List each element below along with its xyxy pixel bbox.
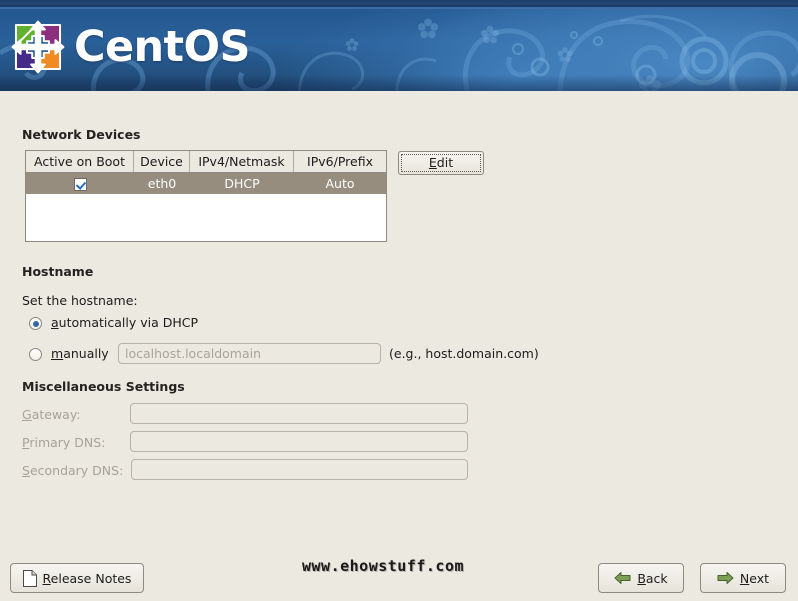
hostname-title: Hostname — [22, 264, 94, 279]
manually-mnemonic: m — [51, 346, 64, 361]
back-button[interactable]: Back — [598, 563, 684, 593]
radio-automatically-dhcp[interactable] — [29, 317, 42, 330]
back-button-inner: Back — [599, 564, 683, 592]
secondary-dns-label-rest: econdary DNS: — [29, 463, 124, 478]
app-header-banner: CentOS — [0, 0, 798, 91]
radio-label-manually[interactable]: manually — [51, 346, 109, 361]
cell-device: eth0 — [147, 176, 177, 191]
radio-label-automatically-dhcp[interactable]: automatically via DHCP — [51, 315, 198, 330]
next-label: Next — [740, 571, 769, 586]
misc-settings-title: Miscellaneous Settings — [22, 379, 185, 394]
cell-ipv6-prefix: Auto — [325, 176, 355, 191]
active-on-boot-checkbox[interactable] — [73, 178, 87, 191]
back-mnemonic: B — [637, 570, 646, 586]
hostname-prompt: Set the hostname: — [22, 293, 138, 308]
gateway-input[interactable] — [130, 403, 468, 424]
network-devices-table[interactable]: Active on Boot Device IPv4/Netmask IPv6/… — [25, 150, 387, 242]
hostname-example-hint: (e.g., host.domain.com) — [389, 346, 539, 361]
edit-device-button[interactable]: Edit — [398, 151, 484, 175]
focus-ring — [401, 154, 481, 172]
column-header-active-on-boot[interactable]: Active on Boot — [26, 151, 134, 172]
release-notes-label-rest: elease Notes — [50, 570, 132, 586]
manually-label-rest: anually — [63, 346, 109, 361]
banner-highlight-line — [0, 7, 798, 9]
column-header-ipv4-netmask[interactable]: IPv4/Netmask — [190, 151, 294, 172]
primary-dns-label: Primary DNS: — [22, 435, 105, 450]
radio-manually[interactable] — [29, 348, 42, 361]
installer-body: Network Devices Active on Boot Device IP… — [0, 91, 798, 601]
gateway-mnemonic: G — [22, 407, 32, 422]
secondary-dns-mnemonic: S — [22, 463, 30, 478]
centos-swirl-logo-icon — [11, 20, 65, 74]
cell-active-on-boot[interactable] — [26, 173, 134, 194]
secondary-dns-input[interactable] — [131, 459, 468, 480]
table-row[interactable]: eth0 DHCP Auto — [26, 173, 386, 194]
arrow-left-icon — [614, 572, 631, 584]
banner-top-strip — [0, 0, 798, 7]
cell-ipv4-netmask: DHCP — [224, 176, 260, 191]
banner-bottom-shadow — [0, 75, 798, 91]
hostname-manual-input[interactable] — [118, 343, 381, 364]
network-devices-title: Network Devices — [22, 127, 141, 142]
release-notes-mnemonic: R — [42, 570, 51, 586]
release-notes-button-inner: Release Notes — [11, 564, 143, 592]
column-header-device[interactable]: Device — [134, 151, 190, 172]
back-label-rest: ack — [645, 570, 668, 586]
primary-dns-label-rest: rimary DNS: — [29, 435, 106, 450]
dhcp-mnemonic: a — [51, 315, 59, 330]
next-label-rest: ext — [749, 570, 770, 586]
release-notes-label: Release Notes — [43, 571, 132, 586]
dhcp-label-rest: utomatically via DHCP — [58, 315, 198, 330]
product-name-wordmark: CentOS — [74, 22, 250, 72]
table-header-row: Active on Boot Device IPv4/Netmask IPv6/… — [26, 151, 386, 173]
column-header-ipv6-prefix[interactable]: IPv6/Prefix — [294, 151, 386, 172]
next-button-inner: Next — [701, 564, 785, 592]
back-label: Back — [637, 571, 667, 586]
primary-dns-input[interactable] — [130, 431, 468, 452]
secondary-dns-label: Secondary DNS: — [22, 463, 123, 478]
arrow-right-icon — [717, 572, 734, 584]
gateway-label: Gateway: — [22, 407, 81, 422]
next-button[interactable]: Next — [700, 563, 786, 593]
document-icon — [22, 569, 37, 587]
site-watermark: www.ehowstuff.com — [301, 557, 465, 575]
gateway-label-rest: ateway: — [31, 407, 81, 422]
next-mnemonic: N — [739, 570, 750, 586]
release-notes-button[interactable]: Release Notes — [10, 563, 144, 593]
